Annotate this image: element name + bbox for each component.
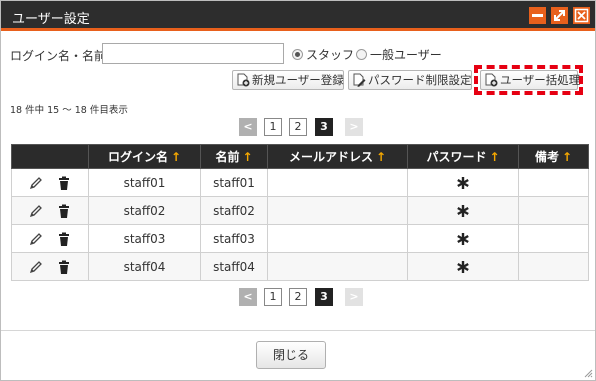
cell-password — [407, 252, 519, 281]
next-page-button[interactable]: > — [345, 118, 363, 136]
page-1-button[interactable]: 1 — [264, 288, 282, 306]
radio-staff-dot[interactable] — [292, 49, 303, 60]
sort-arrow-icon: ↑ — [561, 150, 573, 164]
table-row: staff02 staff02 — [11, 196, 589, 225]
cell-email — [267, 196, 408, 225]
cell-name: staff01 — [200, 168, 268, 197]
row-actions — [11, 196, 89, 225]
new-user-button[interactable]: 新規ユーザー登録 — [232, 70, 344, 90]
radio-staff[interactable]: スタッフ — [292, 46, 354, 63]
prev-page-button[interactable]: < — [239, 118, 257, 136]
page-3-button[interactable]: 3 — [315, 118, 333, 136]
cell-note — [518, 224, 589, 253]
cell-login: staff03 — [88, 224, 201, 253]
header-password-label: パスワード — [426, 150, 487, 164]
cell-note — [518, 196, 589, 225]
cell-email — [267, 168, 408, 197]
result-range: 18 件中 15 〜 18 件目表示 — [10, 105, 128, 116]
cell-password — [407, 196, 519, 225]
cell-email — [267, 224, 408, 253]
resize-grip-icon[interactable] — [583, 368, 593, 378]
next-page-button[interactable]: > — [345, 288, 363, 306]
cell-login: staff02 — [88, 196, 201, 225]
trash-icon[interactable] — [56, 203, 72, 219]
asterisk-icon[interactable] — [455, 231, 471, 247]
cell-note — [518, 252, 589, 281]
row-actions — [11, 252, 89, 281]
search-label: ログイン名・名前 — [10, 49, 107, 63]
table-row: staff01 staff01 — [11, 168, 589, 197]
page-2-button[interactable]: 2 — [289, 118, 307, 136]
trash-icon[interactable] — [56, 175, 72, 191]
header-password[interactable]: パスワード ↑ — [407, 144, 519, 169]
cell-login: staff04 — [88, 252, 201, 281]
user-settings-dialog: ユーザー設定 ログイン名・名前 スタッフ 一般ユーザー 新規ユーザー登録 パスワ… — [0, 0, 596, 381]
password-limit-button[interactable]: パスワード制限設定 — [348, 70, 472, 90]
radio-staff-label: スタッフ — [306, 48, 355, 62]
header-name[interactable]: 名前 ↑ — [200, 144, 268, 169]
pencil-icon[interactable] — [28, 203, 44, 219]
cell-name: staff04 — [200, 252, 268, 281]
table-row: staff03 staff03 — [11, 224, 589, 253]
maximize-icon — [554, 10, 565, 21]
close-button[interactable]: 閉じる — [256, 341, 326, 369]
page-2-button[interactable]: 2 — [289, 288, 307, 306]
header-login[interactable]: ログイン名 ↑ — [88, 144, 201, 169]
page-3-button[interactable]: 3 — [315, 288, 333, 306]
table-row: staff04 staff04 — [11, 252, 589, 281]
row-actions — [11, 168, 89, 197]
header-email-label: メールアドレス — [288, 150, 373, 164]
header-name-label: 名前 — [215, 150, 240, 164]
asterisk-icon[interactable] — [455, 259, 471, 275]
radio-general-user[interactable]: 一般ユーザー — [356, 46, 442, 63]
header-note-label: 備考 — [534, 150, 559, 164]
header-actions — [11, 144, 89, 169]
title-bar[interactable]: ユーザー設定 — [1, 1, 595, 31]
sort-arrow-icon: ↑ — [170, 150, 182, 164]
maximize-button[interactable] — [551, 7, 568, 24]
page-1-button[interactable]: 1 — [264, 118, 282, 136]
window-title: ユーザー設定 — [12, 12, 90, 27]
close-window-button[interactable] — [573, 7, 590, 24]
pencil-icon[interactable] — [28, 175, 44, 191]
highlight-box — [474, 65, 583, 95]
sort-arrow-icon: ↑ — [489, 150, 500, 164]
minimize-icon — [532, 14, 543, 17]
cell-password — [407, 224, 519, 253]
asterisk-icon[interactable] — [455, 203, 471, 219]
new-user-label: 新規ユーザー登録 — [252, 73, 344, 87]
close-icon — [574, 8, 589, 23]
header-note[interactable]: 備考 ↑ — [518, 144, 589, 169]
header-login-label: ログイン名 — [107, 150, 168, 164]
cell-password — [407, 168, 519, 197]
cell-note — [518, 168, 589, 197]
header-email[interactable]: メールアドレス ↑ — [267, 144, 408, 169]
minimize-button[interactable] — [529, 7, 546, 24]
search-input[interactable] — [102, 43, 284, 64]
footer-divider — [1, 330, 595, 331]
table-header-row: ログイン名 ↑ 名前 ↑ メールアドレス ↑ パスワード ↑ 備考 ↑ — [11, 144, 589, 169]
row-actions — [11, 224, 89, 253]
cell-email — [267, 252, 408, 281]
cell-login: staff01 — [88, 168, 201, 197]
sort-arrow-icon: ↑ — [242, 150, 253, 164]
sort-arrow-icon: ↑ — [375, 150, 387, 164]
trash-icon[interactable] — [56, 231, 72, 247]
cell-name: staff02 — [200, 196, 268, 225]
add-document-icon — [237, 73, 250, 87]
user-table: ログイン名 ↑ 名前 ↑ メールアドレス ↑ パスワード ↑ 備考 ↑ staff01 s… — [11, 144, 589, 281]
radio-general-label: 一般ユーザー — [370, 48, 442, 62]
asterisk-icon[interactable] — [455, 175, 471, 191]
cell-name: staff03 — [200, 224, 268, 253]
password-limit-label: パスワード制限設定 — [368, 73, 472, 87]
trash-icon[interactable] — [56, 259, 72, 275]
pencil-icon[interactable] — [28, 259, 44, 275]
prev-page-button[interactable]: < — [239, 288, 257, 306]
edit-document-icon — [353, 73, 366, 87]
radio-general-dot[interactable] — [356, 49, 367, 60]
pencil-icon[interactable] — [28, 231, 44, 247]
